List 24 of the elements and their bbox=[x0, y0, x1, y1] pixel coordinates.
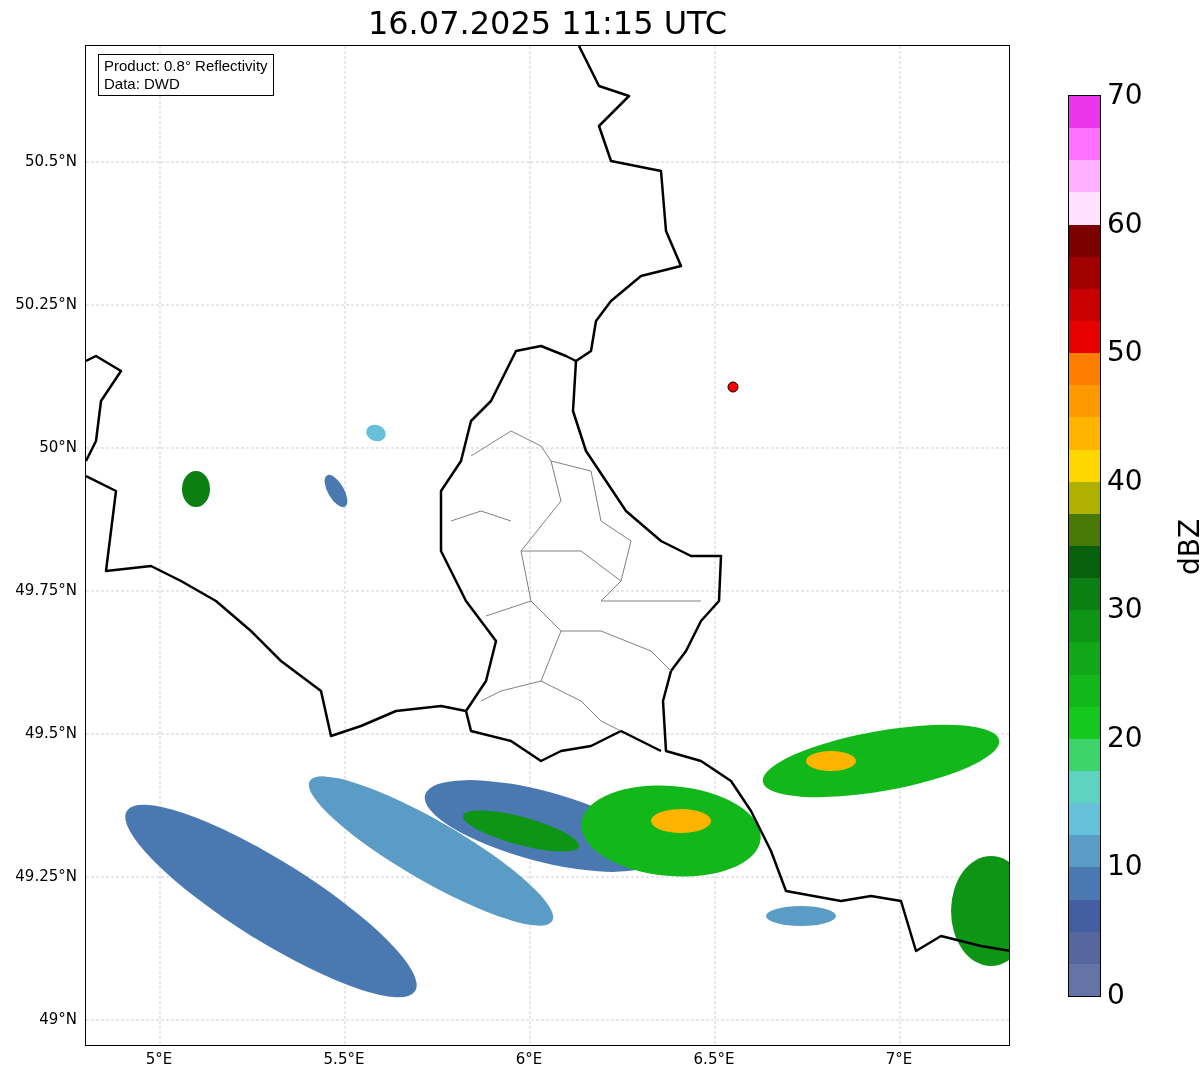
latitude-label: 50.5°N bbox=[24, 152, 77, 170]
latitude-label: 49.5°N bbox=[24, 724, 77, 742]
legend-text: Data: DWD bbox=[104, 75, 181, 93]
latitude-label: 50.25°N bbox=[15, 295, 77, 313]
latitude-label: 49.25°N bbox=[15, 867, 77, 885]
longitude-label: 6.5°E bbox=[692, 1050, 736, 1068]
longitude-label: 5°E bbox=[144, 1050, 174, 1068]
colorbar-tick-label: 60 bbox=[1107, 207, 1143, 240]
colorbar-tick-label: 70 bbox=[1107, 79, 1143, 111]
latitude-label: 50°N bbox=[39, 438, 77, 456]
colorbar-tick-label: 50 bbox=[1107, 336, 1143, 369]
longitude-label: 5.5°E bbox=[322, 1050, 366, 1068]
colorbar-label: dBZ bbox=[1173, 517, 1202, 577]
colorbar-tick-label: 30 bbox=[1107, 593, 1143, 626]
latitude-label: 49.75°N bbox=[15, 581, 77, 599]
colorbar-tick-label: 0 bbox=[1107, 979, 1125, 1011]
chart-title: 16.07.2025 11:15 UTC bbox=[366, 4, 729, 42]
longitude-label: 7°E bbox=[884, 1050, 914, 1068]
colorbar-tick-label: 20 bbox=[1107, 721, 1143, 754]
colorbar-tick-label: 40 bbox=[1107, 464, 1143, 497]
legend-text: Product: 0.8° Reflectivity bbox=[104, 57, 268, 75]
latitude-label: 49°N bbox=[39, 1010, 77, 1028]
longitude-label: 6°E bbox=[514, 1050, 544, 1068]
colorbar-tick-label: 10 bbox=[1107, 850, 1143, 883]
